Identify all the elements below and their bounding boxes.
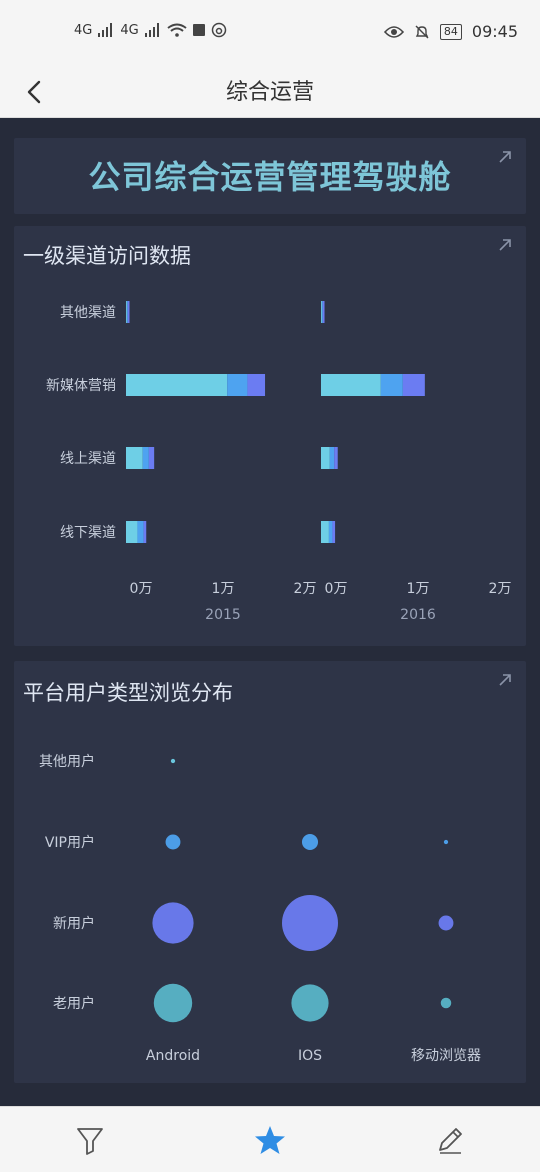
dashboard-content: 公司综合运营管理驾驶舱 一级渠道访问数据 其他渠道 新媒体营销 线上渠道 线下渠道 0万… bbox=[0, 118, 540, 1106]
pencil-icon bbox=[439, 1128, 462, 1154]
bubble[interactable] bbox=[165, 834, 181, 850]
bar-segment[interactable] bbox=[137, 521, 144, 543]
bar-segment[interactable] bbox=[247, 374, 266, 396]
hero-card: 公司综合运营管理驾驶舱 bbox=[14, 138, 526, 214]
x-category-label: Android bbox=[146, 1048, 200, 1064]
eye-icon bbox=[383, 25, 404, 38]
bubble[interactable] bbox=[170, 758, 176, 764]
bar-segment[interactable] bbox=[332, 521, 336, 543]
bar-segment[interactable] bbox=[321, 447, 330, 469]
bubble[interactable] bbox=[438, 915, 454, 931]
x-tick-label: 2万 bbox=[489, 581, 512, 597]
signal-bars-icon bbox=[144, 23, 159, 37]
signal-1: 4G bbox=[74, 22, 93, 38]
user-card: 平台用户类型浏览分布 其他用户 VIP用户 新用户 老用户 Android IOS 移动浏览… bbox=[14, 661, 526, 1083]
tab-edit[interactable] bbox=[433, 1123, 467, 1157]
bubble[interactable] bbox=[443, 839, 449, 845]
signal-bars-icon bbox=[98, 23, 113, 37]
x-category-label: 移动浏览器 bbox=[411, 1048, 481, 1064]
y-category-label: 其他用户 bbox=[39, 753, 95, 770]
x-tick-label: 0万 bbox=[325, 581, 348, 597]
nav-bar: 综合运营 bbox=[0, 64, 540, 118]
bar-segment[interactable] bbox=[127, 301, 130, 323]
y-category-label: 新用户 bbox=[53, 915, 95, 932]
y-category-label: 老用户 bbox=[53, 995, 95, 1012]
channel-card: 一级渠道访问数据 其他渠道 新媒体营销 线上渠道 线下渠道 0万 1万 2万 2015 0万 1万… bbox=[14, 226, 526, 646]
bubble[interactable] bbox=[291, 984, 329, 1022]
panel-label: 2016 bbox=[400, 607, 436, 623]
bubble[interactable] bbox=[301, 833, 319, 851]
channel-bar-chart: 其他渠道新媒体营销线上渠道线下渠道 0万 1万 2万 2015 0万 1万 2万 2016 bbox=[46, 301, 512, 623]
bar-segment[interactable] bbox=[142, 447, 149, 469]
bar-segment[interactable] bbox=[322, 301, 325, 323]
dashboard-title: 公司综合运营管理驾驶舱 bbox=[88, 158, 452, 196]
user-bubble-chart: 其他用户 VIP用户新用户老用户 Android IOS 移动浏览器 bbox=[39, 753, 481, 1064]
bar-segment[interactable] bbox=[227, 374, 248, 396]
category-label: 线上渠道 bbox=[60, 451, 116, 467]
bar-segment[interactable] bbox=[126, 301, 128, 323]
bar-segment[interactable] bbox=[328, 521, 333, 543]
x-tick-label: 1万 bbox=[212, 581, 235, 597]
y-category-label: VIP用户 bbox=[45, 834, 95, 851]
tab-bar bbox=[0, 1106, 540, 1172]
bubble[interactable] bbox=[282, 895, 338, 951]
bubble[interactable] bbox=[152, 902, 194, 944]
stop-square-icon bbox=[192, 24, 205, 36]
battery-indicator: 84 bbox=[439, 23, 462, 40]
tab-filter[interactable] bbox=[73, 1123, 107, 1157]
status-left: 4G 4G bbox=[74, 22, 227, 38]
clock: 09:45 bbox=[471, 22, 518, 41]
bubble[interactable] bbox=[440, 997, 452, 1009]
bubble[interactable] bbox=[153, 983, 193, 1023]
bar-segment[interactable] bbox=[380, 374, 403, 396]
page-title: 综合运营 bbox=[225, 80, 314, 105]
bar-segment[interactable] bbox=[321, 301, 323, 323]
star-icon bbox=[255, 1126, 285, 1154]
bar-segment[interactable] bbox=[329, 447, 335, 469]
x-category-label: IOS bbox=[298, 1048, 322, 1064]
bar-segment[interactable] bbox=[126, 447, 143, 469]
status-bar: 4G 4G 84 09:45 bbox=[0, 0, 540, 64]
x-tick-label: 2万 bbox=[294, 581, 317, 597]
x-tick-label: 0万 bbox=[130, 581, 153, 597]
expand-icon[interactable] bbox=[496, 148, 514, 166]
bell-off-icon bbox=[415, 25, 429, 38]
app-notification-icon bbox=[211, 22, 226, 38]
bar-segment[interactable] bbox=[126, 374, 228, 396]
bar-segment[interactable] bbox=[321, 301, 322, 323]
bar-segment[interactable] bbox=[126, 301, 127, 323]
bar-segment[interactable] bbox=[321, 374, 381, 396]
status-right: 84 09:45 bbox=[383, 22, 518, 41]
bar-segment[interactable] bbox=[334, 447, 338, 469]
bar-segment[interactable] bbox=[148, 447, 155, 469]
category-label: 新媒体营销 bbox=[46, 378, 116, 394]
signal-2: 4G bbox=[120, 22, 139, 38]
filter-icon bbox=[77, 1128, 103, 1155]
tab-favorite[interactable] bbox=[253, 1123, 287, 1157]
bar-segment[interactable] bbox=[126, 521, 138, 543]
panel-label: 2015 bbox=[205, 607, 241, 623]
bar-segment[interactable] bbox=[321, 521, 329, 543]
category-label: 线下渠道 bbox=[60, 525, 116, 541]
wifi-icon bbox=[167, 23, 187, 37]
x-tick-label: 1万 bbox=[407, 581, 430, 597]
category-label: 其他渠道 bbox=[60, 305, 116, 321]
bar-segment[interactable] bbox=[402, 374, 425, 396]
bar-segment[interactable] bbox=[143, 521, 147, 543]
